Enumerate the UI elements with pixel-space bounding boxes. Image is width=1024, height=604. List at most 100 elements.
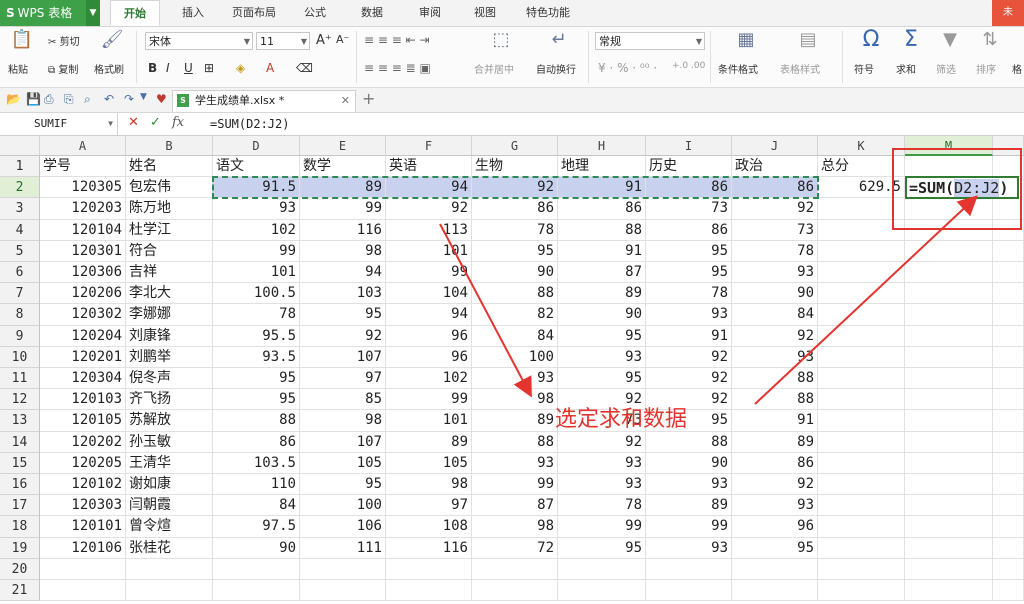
table-cell[interactable] xyxy=(905,262,993,284)
table-cell[interactable] xyxy=(993,558,1024,580)
table-cell[interactable]: 120105 xyxy=(40,410,126,432)
formula-input[interactable]: =SUM(D2:J2) xyxy=(210,113,289,135)
table-cell[interactable]: 110 xyxy=(213,474,300,496)
table-cell[interactable]: 闫朝霞 xyxy=(126,495,213,517)
font-name-select[interactable]: 宋体 ▼ xyxy=(145,32,253,50)
table-cell[interactable]: 629.5 xyxy=(818,177,905,199)
header-cell[interactable]: 总分 xyxy=(818,156,905,178)
table-cell[interactable] xyxy=(818,495,905,517)
table-cell[interactable] xyxy=(993,452,1024,474)
table-cell[interactable]: 96 xyxy=(386,325,472,347)
table-cell[interactable]: 101 xyxy=(386,410,472,432)
cancel-icon[interactable]: ✕ xyxy=(128,115,139,130)
table-cell[interactable] xyxy=(905,558,993,580)
column-header[interactable]: G xyxy=(472,136,558,156)
table-cell[interactable]: 103.5 xyxy=(213,452,300,474)
sum-icon[interactable]: Σ xyxy=(896,27,926,52)
table-cell[interactable] xyxy=(126,558,213,580)
table-cell[interactable]: 吉祥 xyxy=(126,262,213,284)
table-cell[interactable] xyxy=(905,240,993,262)
undo-icon[interactable]: ↶ xyxy=(104,92,114,106)
table-cell[interactable]: 98 xyxy=(472,516,558,538)
table-cell[interactable] xyxy=(905,431,993,453)
header-cell[interactable]: 英语 xyxy=(386,156,472,178)
table-cell[interactable]: 96 xyxy=(732,516,818,538)
table-cell[interactable]: 95 xyxy=(213,368,300,390)
row-header[interactable]: 1 xyxy=(0,156,40,178)
menu-tab[interactable]: 审阅 xyxy=(406,0,454,26)
table-cell[interactable] xyxy=(818,516,905,538)
table-cell[interactable]: 78 xyxy=(558,495,646,517)
table-cell[interactable]: 91 xyxy=(558,177,646,199)
table-cell[interactable]: 95.5 xyxy=(213,325,300,347)
row-header[interactable]: 2 xyxy=(0,177,40,199)
menu-tab[interactable]: 数据 xyxy=(346,0,398,26)
table-cell[interactable]: 99 xyxy=(558,516,646,538)
table-cell[interactable]: 93 xyxy=(646,474,732,496)
header-cell[interactable]: 政治 xyxy=(732,156,818,178)
auto-wrap-icon[interactable]: ↵ xyxy=(544,29,574,50)
table-cell[interactable] xyxy=(993,389,1024,411)
preview-icon[interactable]: ⌕ xyxy=(84,92,91,107)
table-cell[interactable]: 108 xyxy=(386,516,472,538)
table-cell[interactable]: 86 xyxy=(732,452,818,474)
table-cell[interactable] xyxy=(905,198,993,220)
save-icon[interactable]: 💾 xyxy=(26,92,41,106)
menu-tab[interactable]: 特色功能 xyxy=(516,0,580,26)
menu-tab[interactable]: 页面布局 xyxy=(222,0,286,26)
table-cell[interactable]: 陈万地 xyxy=(126,198,213,220)
select-all-corner[interactable] xyxy=(0,136,40,156)
table-cell[interactable] xyxy=(905,495,993,517)
table-cell[interactable]: 87 xyxy=(558,262,646,284)
table-cell[interactable]: 120304 xyxy=(40,368,126,390)
currency-icon[interactable]: ¥ · % · ⁰⁰ · xyxy=(598,61,657,75)
table-cell[interactable]: 99 xyxy=(386,389,472,411)
table-cell[interactable] xyxy=(818,580,905,602)
table-cell[interactable]: 113 xyxy=(386,219,472,241)
menu-tab[interactable]: 公式 xyxy=(292,0,338,26)
table-cell[interactable]: 88 xyxy=(472,283,558,305)
table-cell[interactable]: 100.5 xyxy=(213,283,300,305)
column-header[interactable]: M xyxy=(905,136,993,156)
open-icon[interactable]: 📂 xyxy=(6,92,21,106)
table-cell[interactable]: 93 xyxy=(558,346,646,368)
add-tab-icon[interactable]: + xyxy=(362,89,375,108)
cond-format-label[interactable]: 条件格式 xyxy=(718,61,758,76)
sum-label[interactable]: 求和 xyxy=(896,61,916,76)
table-cell[interactable] xyxy=(905,346,993,368)
filter-label[interactable]: 筛选 xyxy=(936,61,956,76)
menu-tab[interactable]: 开始 xyxy=(110,0,160,26)
table-cell[interactable] xyxy=(993,304,1024,326)
symbol-label[interactable]: 符号 xyxy=(854,61,874,76)
table-cell[interactable] xyxy=(993,198,1024,220)
table-cell[interactable]: 91.5 xyxy=(213,177,300,199)
table-cell[interactable]: 93 xyxy=(732,495,818,517)
table-cell[interactable]: 78 xyxy=(213,304,300,326)
table-cell[interactable]: 95 xyxy=(300,474,386,496)
table-cell[interactable] xyxy=(386,580,472,602)
table-cell[interactable]: 85 xyxy=(300,389,386,411)
border-icon[interactable]: ⊞ xyxy=(204,61,214,75)
row-header[interactable]: 15 xyxy=(0,452,40,474)
editing-cell[interactable]: =SUM(D2:J2) xyxy=(905,176,1019,200)
table-cell[interactable] xyxy=(818,219,905,241)
table-cell[interactable]: 78 xyxy=(732,240,818,262)
column-header[interactable]: E xyxy=(300,136,386,156)
font-size-select[interactable]: 11 ▼ xyxy=(256,32,310,50)
table-style-icon[interactable]: ▤ xyxy=(796,29,820,50)
table-cell[interactable] xyxy=(993,240,1024,262)
table-cell[interactable]: 89 xyxy=(472,410,558,432)
table-cell[interactable]: 90 xyxy=(732,283,818,305)
table-cell[interactable]: 86 xyxy=(732,177,818,199)
row-header[interactable]: 7 xyxy=(0,283,40,305)
table-cell[interactable]: 93 xyxy=(213,198,300,220)
table-cell[interactable]: 86 xyxy=(646,219,732,241)
table-cell[interactable]: 曾令煊 xyxy=(126,516,213,538)
table-cell[interactable]: 谢如康 xyxy=(126,474,213,496)
row-header[interactable]: 9 xyxy=(0,325,40,347)
table-cell[interactable]: 102 xyxy=(386,368,472,390)
table-cell[interactable]: 93 xyxy=(472,368,558,390)
table-cell[interactable]: 88 xyxy=(732,389,818,411)
table-cell[interactable]: 120103 xyxy=(40,389,126,411)
table-cell[interactable]: 98 xyxy=(300,240,386,262)
